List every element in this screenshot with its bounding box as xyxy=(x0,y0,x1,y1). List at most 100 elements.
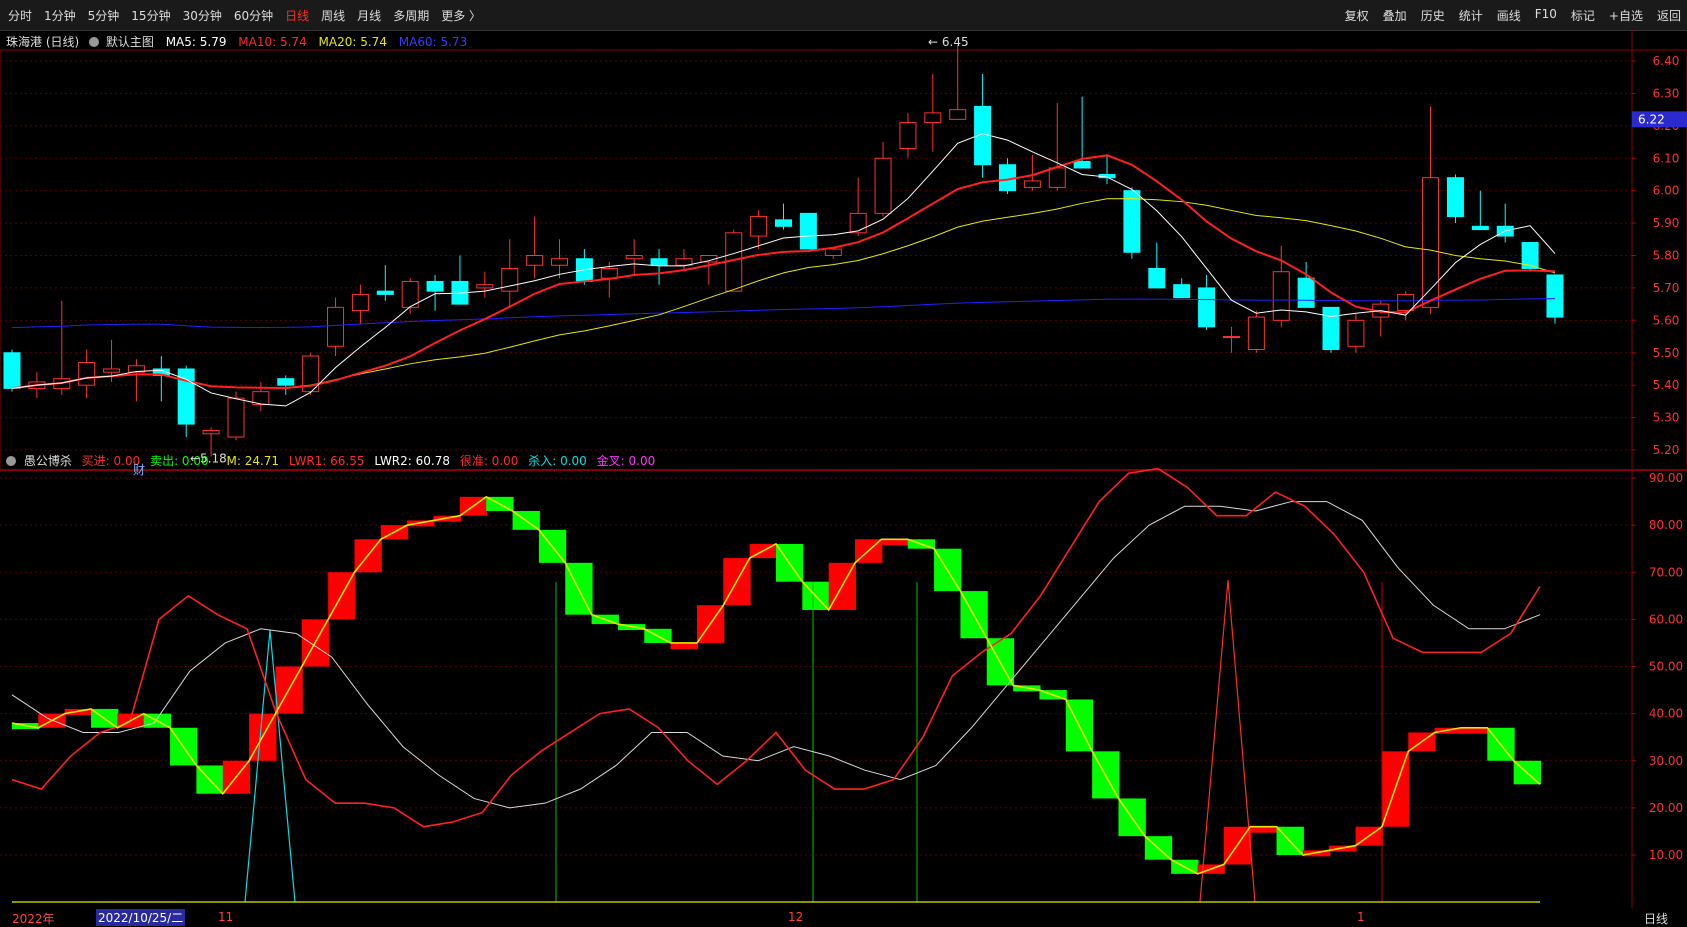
candle-up xyxy=(551,258,569,266)
candle-up xyxy=(103,368,121,373)
candle-up xyxy=(1247,316,1265,351)
candle-down xyxy=(277,378,295,386)
tool-button-8[interactable]: 返回 xyxy=(1657,7,1681,24)
period-tab-0[interactable]: 分时 xyxy=(8,7,32,24)
candle-up xyxy=(1422,177,1440,308)
month-label-11: 11 xyxy=(218,910,234,924)
price-tick-label: 6.10 xyxy=(1653,151,1680,165)
date-axis-bar: 2022年 2022/10/25/二 11 12 1 日线 xyxy=(0,908,1687,927)
period-tab-8[interactable]: 月线 xyxy=(357,7,381,24)
low-annotation: ←5.18 xyxy=(190,451,227,465)
candle-up xyxy=(227,397,245,438)
candle-up xyxy=(202,430,220,435)
candle-down xyxy=(1148,267,1166,289)
price-tick-label: 5.80 xyxy=(1653,249,1680,263)
price-tick-label: 5.70 xyxy=(1653,281,1680,295)
candle-up xyxy=(824,248,842,256)
ma5-line xyxy=(11,133,1556,407)
price-tick-label: 5.30 xyxy=(1653,411,1680,425)
price-tick-label: 5.60 xyxy=(1653,313,1680,327)
tool-button-5[interactable]: F10 xyxy=(1535,7,1557,24)
indicator-tick-label: 10.00 xyxy=(1649,848,1683,862)
price-tick-label: 5.90 xyxy=(1653,216,1680,230)
candle-down xyxy=(1123,190,1141,253)
candle-down xyxy=(1173,284,1191,299)
tool-button-0[interactable]: 复权 xyxy=(1345,7,1369,24)
candle-up xyxy=(351,293,369,312)
current-price-label: 6.22 xyxy=(1638,112,1665,126)
indicator-tick-label: 20.00 xyxy=(1649,801,1683,815)
candle-down xyxy=(1446,177,1464,218)
candle-down xyxy=(799,212,817,250)
finance-marker: 财 xyxy=(133,463,145,477)
month-label-12: 12 xyxy=(788,910,804,924)
cursor-date: 2022/10/25/二 xyxy=(96,909,186,926)
period-tab-5[interactable]: 60分钟 xyxy=(234,7,273,24)
buy-block xyxy=(670,642,698,649)
candle-up xyxy=(874,157,892,214)
tool-button-7[interactable]: +自选 xyxy=(1609,7,1643,24)
candle-up xyxy=(1347,319,1365,347)
tool-button-4[interactable]: 画线 xyxy=(1497,7,1521,24)
candle-down xyxy=(426,280,444,292)
indicator-tick-label: 40.00 xyxy=(1649,707,1683,721)
candle-up xyxy=(899,122,917,150)
ma10-line xyxy=(11,154,1556,390)
period-tab-6[interactable]: 日线 xyxy=(285,7,309,24)
candle-up xyxy=(625,255,643,260)
candle-up xyxy=(849,212,867,234)
period-tab-7[interactable]: 周线 xyxy=(321,7,345,24)
candle-up xyxy=(750,216,768,237)
candle-down xyxy=(3,352,21,389)
price-tick-label: 5.50 xyxy=(1653,346,1680,360)
price-tick-label: 5.20 xyxy=(1653,443,1680,457)
buy-block xyxy=(1250,826,1278,833)
period-tab-3[interactable]: 15分钟 xyxy=(131,7,170,24)
tool-button-3[interactable]: 统计 xyxy=(1459,7,1483,24)
top-toolbar: 分时 1分钟 5分钟 15分钟 30分钟 60分钟 日线 周线 月线 多周期 更多 〉 复权 叠加 历史… xyxy=(0,0,1687,31)
candle-down xyxy=(1471,225,1489,231)
period-tab-1[interactable]: 1分钟 xyxy=(44,7,76,24)
indicator-tick-label: 50.00 xyxy=(1649,660,1683,674)
indicator-tick-label: 80.00 xyxy=(1649,518,1683,532)
tool-button-6[interactable]: 标记 xyxy=(1571,7,1595,24)
month-label-1: 1 xyxy=(1357,910,1365,924)
period-tab-2[interactable]: 5分钟 xyxy=(88,7,120,24)
candle-down xyxy=(1546,274,1564,318)
candle-up xyxy=(600,267,618,279)
candle-up xyxy=(1048,167,1066,188)
indicator-tick-label: 90.00 xyxy=(1649,471,1683,485)
tool-buttons: 复权 叠加 历史 统计 画线 F10 标记 +自选 返回 xyxy=(1331,7,1681,24)
indicator-tick-label: 70.00 xyxy=(1649,565,1683,579)
candle-up xyxy=(526,255,544,266)
buy-block xyxy=(1460,727,1489,734)
tool-button-1[interactable]: 叠加 xyxy=(1383,7,1407,24)
candle-up xyxy=(949,109,967,120)
period-tab-10[interactable]: 更多 〉 xyxy=(441,7,481,24)
candle-down xyxy=(1073,160,1091,169)
candle-down xyxy=(650,258,668,266)
price-tick-label: 6.30 xyxy=(1653,86,1680,100)
period-tab-4[interactable]: 30分钟 xyxy=(183,7,222,24)
candle-down xyxy=(1297,277,1315,308)
period-label[interactable]: 日线 xyxy=(1644,910,1668,927)
candle-up xyxy=(1222,336,1240,339)
candle-down xyxy=(1322,306,1340,351)
period-tabs: 分时 1分钟 5分钟 15分钟 30分钟 60分钟 日线 周线 月线 多周期 更多 〉 xyxy=(8,7,493,24)
candle-up xyxy=(476,284,494,289)
chart-area[interactable]: 6.406.306.206.106.005.905.805.705.605.50… xyxy=(0,30,1687,925)
candle-up xyxy=(924,112,942,124)
candle-up xyxy=(1397,293,1415,312)
candle-up xyxy=(78,361,96,386)
indicator-tick-label: 30.00 xyxy=(1649,754,1683,768)
tool-button-2[interactable]: 历史 xyxy=(1421,7,1445,24)
candle-up xyxy=(1272,271,1290,321)
high-annotation: ← 6.45 xyxy=(928,35,969,49)
candle-up xyxy=(501,267,519,292)
candle-down xyxy=(775,219,792,227)
period-tab-9[interactable]: 多周期 xyxy=(393,7,429,24)
candle-down xyxy=(1198,287,1216,328)
candle-up xyxy=(1023,180,1041,188)
price-tick-label: 5.40 xyxy=(1653,378,1680,392)
price-tick-label: 6.00 xyxy=(1653,184,1680,198)
